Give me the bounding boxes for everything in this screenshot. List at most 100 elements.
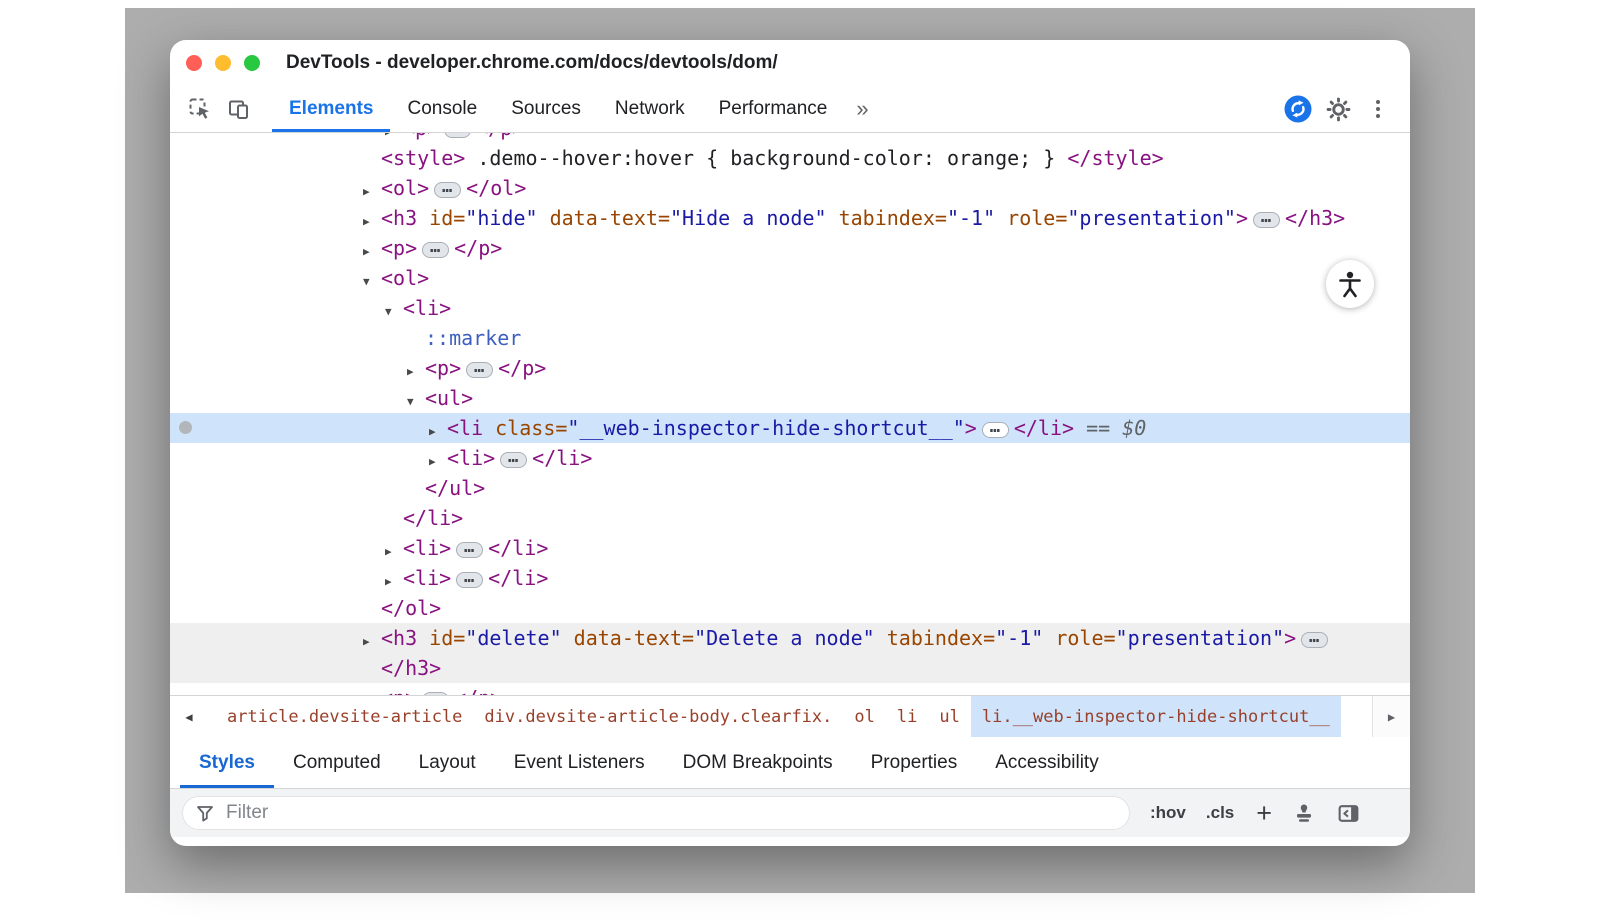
collapsed-content-ellipsis[interactable]: …: [500, 452, 527, 468]
dom-tree-rows: ▶<p>…</p><style> .demo--hover:hover { ba…: [170, 133, 1410, 695]
collapsed-content-ellipsis[interactable]: …: [1253, 212, 1280, 228]
rendering-emulation-button[interactable]: [1292, 801, 1316, 825]
breadcrumb-item[interactable]: ol: [843, 696, 885, 737]
tab-sources[interactable]: Sources: [494, 86, 598, 132]
panel-tabs: ElementsConsoleSourcesNetworkPerformance: [272, 86, 844, 132]
code-token-dollar: $0: [1122, 416, 1146, 440]
collapsed-content-ellipsis[interactable]: …: [1301, 632, 1328, 648]
collapsed-content-ellipsis[interactable]: …: [982, 422, 1009, 438]
breadcrumb-item[interactable]: li.__web-inspector-hide-shortcut__: [971, 696, 1341, 737]
code-token-pseudo: ::marker: [425, 326, 521, 350]
code-token-tag: </h3>: [1285, 206, 1345, 230]
code-token-val: "delete": [465, 626, 561, 650]
collapsed-content-ellipsis[interactable]: …: [456, 542, 483, 558]
zoom-button[interactable]: [244, 55, 260, 71]
code-token-attr: tabindex=: [875, 626, 995, 650]
breadcrumb-item[interactable]: div.devsite-article-body.clearfix.: [473, 696, 843, 737]
settings-button[interactable]: [1318, 86, 1358, 132]
dom-node-row[interactable]: </h3>: [170, 653, 1410, 683]
dom-node-row[interactable]: ▶<li>…</li>: [170, 533, 1410, 563]
breadcrumb-scroll-right-button[interactable]: ▶: [1372, 696, 1410, 737]
minimize-button[interactable]: [215, 55, 231, 71]
code-token-attr: role=: [995, 206, 1067, 230]
filter-input[interactable]: [224, 801, 1117, 825]
collapsed-content-ellipsis[interactable]: …: [456, 572, 483, 588]
accessibility-overlay-button[interactable]: [1326, 260, 1374, 308]
tab-performance[interactable]: Performance: [702, 86, 845, 132]
code-token-tag: </li>: [488, 536, 548, 560]
expand-arrow-icon[interactable]: ▶: [363, 687, 381, 695]
code-token-tag: </ol>: [466, 176, 526, 200]
dom-node-row[interactable]: ▼<ol>: [170, 263, 1410, 293]
dom-node-row[interactable]: ▶<ol>…</ol>: [170, 173, 1410, 203]
dom-node-row[interactable]: ▼<ul>: [170, 383, 1410, 413]
new-style-rule-button[interactable]: +: [1256, 800, 1272, 827]
tab-elements[interactable]: Elements: [272, 86, 390, 132]
dom-node-row[interactable]: </ol>: [170, 593, 1410, 623]
dom-node-row[interactable]: </ul>: [170, 473, 1410, 503]
sidebar-tab-styles[interactable]: Styles: [180, 737, 274, 788]
code-token-attr: data-text=: [538, 206, 670, 230]
close-button[interactable]: [186, 55, 202, 71]
kebab-menu-button[interactable]: [1358, 86, 1398, 132]
dom-node-row[interactable]: </li>: [170, 503, 1410, 533]
code-token-tag: <p>: [381, 686, 417, 695]
accessibility-person-icon: [1335, 269, 1365, 299]
dom-node-row[interactable]: ▶<h3 id="delete" data-text="Delete a nod…: [170, 623, 1410, 653]
collapsed-content-ellipsis[interactable]: …: [422, 242, 449, 258]
code-token-eq: ==: [1074, 416, 1122, 440]
tab-console[interactable]: Console: [390, 86, 494, 132]
code-token-tag: <ol>: [381, 176, 429, 200]
filter-input-container[interactable]: [182, 796, 1130, 830]
devtools-window: DevTools - developer.chrome.com/docs/dev…: [170, 40, 1410, 846]
code-token-val: "Hide a node": [670, 206, 827, 230]
dom-node-row[interactable]: ▼<li>: [170, 293, 1410, 323]
dom-node-row[interactable]: ▶<p>…</p>: [170, 233, 1410, 263]
sidebar-tab-properties[interactable]: Properties: [852, 737, 977, 788]
dom-node-row[interactable]: ▶<li class="__web-inspector-hide-shortcu…: [170, 413, 1410, 443]
code-token-tag: </h3>: [381, 656, 441, 680]
code-token-tag: </li>: [532, 446, 592, 470]
inspect-element-button[interactable]: [180, 86, 220, 132]
code-token-val: "-1": [947, 206, 995, 230]
collapsed-content-ellipsis[interactable]: …: [434, 182, 461, 198]
sidebar-tab-event-listeners[interactable]: Event Listeners: [495, 737, 664, 788]
collapsed-content-ellipsis[interactable]: …: [422, 692, 449, 696]
dom-node-row[interactable]: ▶<h3 id="hide" data-text="Hide a node" t…: [170, 203, 1410, 233]
kebab-menu-icon: [1376, 100, 1380, 104]
code-token-plain: .demo--hover:hover { background-color: o…: [465, 146, 1067, 170]
dom-node-row[interactable]: ▶<p>…</p>: [170, 133, 1410, 143]
breadcrumb-scroll-left-button[interactable]: ◀: [170, 696, 208, 737]
sidebar-tab-computed[interactable]: Computed: [274, 737, 400, 788]
code-token-val: "presentation": [1116, 626, 1285, 650]
toggle-element-state-button[interactable]: :hov: [1150, 803, 1186, 823]
sidebar-tabs: StylesComputedLayoutEvent ListenersDOM B…: [170, 737, 1410, 789]
dom-node-row[interactable]: ::marker: [170, 323, 1410, 353]
traffic-lights: [186, 55, 260, 71]
dom-node-row[interactable]: ▶<li>…</li>: [170, 563, 1410, 593]
breadcrumb-item[interactable]: article.devsite-article: [216, 696, 473, 737]
toggle-sidebar-button[interactable]: [1336, 801, 1361, 826]
device-toolbar-button[interactable]: [220, 86, 260, 132]
breadcrumb-item[interactable]: ul: [928, 696, 970, 737]
sidebar-tab-accessibility[interactable]: Accessibility: [976, 737, 1117, 788]
toolbar-spacer: [881, 86, 1278, 132]
code-token-attr: data-text=: [562, 626, 694, 650]
code-token-tag: <li>: [447, 446, 495, 470]
code-token-tag: <li>: [403, 566, 451, 590]
dom-node-row[interactable]: ▶<li>…</li>: [170, 443, 1410, 473]
collapsed-content-ellipsis[interactable]: …: [444, 133, 471, 138]
element-classes-button[interactable]: .cls: [1206, 803, 1234, 823]
sidebar-tab-dom-breakpoints[interactable]: DOM Breakpoints: [664, 737, 852, 788]
code-token-attr: id=: [417, 206, 465, 230]
collapsed-content-ellipsis[interactable]: …: [466, 362, 493, 378]
tab-network[interactable]: Network: [598, 86, 702, 132]
code-token-tag: >: [965, 416, 977, 440]
more-tabs-button[interactable]: »: [844, 86, 880, 132]
breadcrumb-item[interactable]: li: [886, 696, 928, 737]
dom-node-row[interactable]: ▶<p>…</p>: [170, 353, 1410, 383]
sync-badge-button[interactable]: [1278, 86, 1318, 132]
dom-node-row[interactable]: <style> .demo--hover:hover { background-…: [170, 143, 1410, 173]
sidebar-tab-layout[interactable]: Layout: [400, 737, 495, 788]
dom-node-row[interactable]: ▶<p>…</p>: [170, 683, 1410, 695]
